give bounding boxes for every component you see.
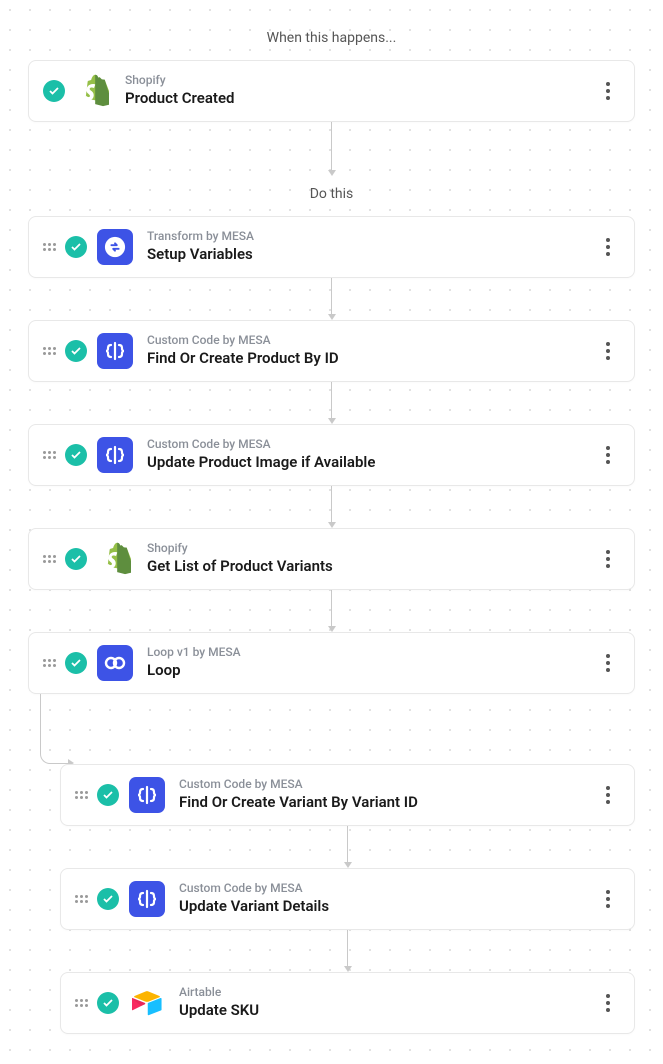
step-text: Custom Code by MESAFind Or Create Produc… [147, 333, 596, 368]
more-menu-icon[interactable] [596, 442, 620, 468]
shopify-icon [97, 541, 133, 577]
step-title: Setup Variables [147, 245, 596, 265]
more-menu-icon[interactable] [596, 990, 620, 1016]
connector [0, 382, 663, 424]
step-app-name: Airtable [179, 985, 596, 1001]
check-icon [65, 340, 87, 362]
drag-handle-icon[interactable] [75, 791, 89, 799]
connector [0, 486, 663, 528]
step-card[interactable]: Loop v1 by MESALoop [28, 632, 635, 694]
shopify-icon [75, 73, 111, 109]
step-card[interactable]: Transform by MESASetup Variables [28, 216, 635, 278]
code-icon [129, 777, 165, 813]
more-menu-icon[interactable] [596, 650, 620, 676]
airtable-icon [129, 985, 165, 1021]
trigger-section-label: When this happens... [0, 30, 663, 46]
trigger-text: Shopify Product Created [125, 73, 596, 108]
step-title: Update Product Image if Available [147, 453, 596, 473]
more-menu-icon[interactable] [596, 234, 620, 260]
step-text: Custom Code by MESAUpdate Product Image … [147, 437, 596, 472]
check-icon [97, 992, 119, 1014]
step-text: Custom Code by MESAFind Or Create Varian… [179, 777, 596, 812]
step-title: Loop [147, 661, 596, 681]
step-app-name: Transform by MESA [147, 229, 596, 245]
more-menu-icon[interactable] [596, 782, 620, 808]
step-app-name: Shopify [147, 541, 596, 557]
step-text: Transform by MESASetup Variables [147, 229, 596, 264]
check-icon [65, 444, 87, 466]
check-icon [97, 784, 119, 806]
code-icon [129, 881, 165, 917]
check-icon [65, 548, 87, 570]
step-card[interactable]: ShopifyGet List of Product Variants [28, 528, 635, 590]
trigger-app-name: Shopify [125, 73, 596, 89]
step-app-name: Custom Code by MESA [179, 881, 596, 897]
step-text: Loop v1 by MESALoop [147, 645, 596, 680]
trigger-title: Product Created [125, 89, 596, 109]
drag-handle-icon[interactable] [43, 243, 57, 251]
step-title: Find Or Create Product By ID [147, 349, 596, 369]
step-title: Update SKU [179, 1001, 596, 1021]
step-title: Get List of Product Variants [147, 557, 596, 577]
more-menu-icon[interactable] [596, 78, 620, 104]
loop-icon [97, 645, 133, 681]
check-icon [65, 652, 87, 674]
more-menu-icon[interactable] [596, 338, 620, 364]
step-card[interactable]: Custom Code by MESAUpdate Variant Detail… [60, 868, 635, 930]
check-icon [43, 80, 65, 102]
connector [32, 826, 663, 868]
step-app-name: Custom Code by MESA [147, 333, 596, 349]
connector-elbow [0, 694, 663, 764]
drag-handle-icon[interactable] [43, 555, 57, 563]
step-text: AirtableUpdate SKU [179, 985, 596, 1020]
connector [32, 930, 663, 972]
step-text: Custom Code by MESAUpdate Variant Detail… [179, 881, 596, 916]
drag-handle-icon[interactable] [43, 451, 57, 459]
step-app-name: Custom Code by MESA [147, 437, 596, 453]
trigger-card[interactable]: Shopify Product Created [28, 60, 635, 122]
code-icon [97, 333, 133, 369]
drag-handle-icon[interactable] [43, 347, 57, 355]
more-menu-icon[interactable] [596, 886, 620, 912]
more-menu-icon[interactable] [596, 546, 620, 572]
check-icon [65, 236, 87, 258]
step-app-name: Custom Code by MESA [179, 777, 596, 793]
step-text: ShopifyGet List of Product Variants [147, 541, 596, 576]
connector [0, 278, 663, 320]
drag-handle-icon[interactable] [75, 895, 89, 903]
connector [0, 590, 663, 632]
actions-section-label: Do this [0, 186, 663, 202]
step-card[interactable]: AirtableUpdate SKU [60, 972, 635, 1034]
check-icon [97, 888, 119, 910]
code-icon [97, 437, 133, 473]
step-app-name: Loop v1 by MESA [147, 645, 596, 661]
step-card[interactable]: Custom Code by MESAFind Or Create Varian… [60, 764, 635, 826]
step-title: Find Or Create Variant By Variant ID [179, 793, 596, 813]
drag-handle-icon[interactable] [43, 659, 57, 667]
transform-icon [97, 229, 133, 265]
connector [0, 122, 663, 176]
drag-handle-icon[interactable] [75, 999, 89, 1007]
step-title: Update Variant Details [179, 897, 596, 917]
step-card[interactable]: Custom Code by MESAFind Or Create Produc… [28, 320, 635, 382]
step-card[interactable]: Custom Code by MESAUpdate Product Image … [28, 424, 635, 486]
